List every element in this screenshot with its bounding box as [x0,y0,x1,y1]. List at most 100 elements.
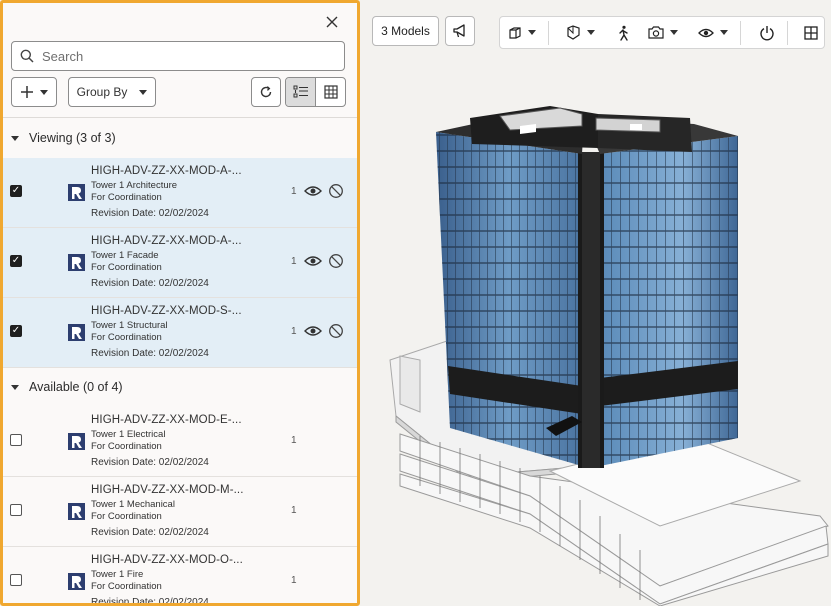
hide-icon[interactable] [328,253,344,269]
model-name: Tower 1 Structural [91,320,168,331]
chevron-down-icon [40,89,48,95]
walk-icon [619,25,628,41]
chevron-down-icon [139,89,148,95]
chevron-down-icon [670,30,678,35]
visibility-dropdown[interactable] [698,17,728,48]
close-panel-button[interactable] [321,11,343,33]
list-item[interactable]: ✓ HIGH-ADV-ZZ-XX-MOD-S-... Tower 1 Struc… [3,298,357,368]
model-checkbox[interactable]: ✓ [10,325,22,337]
model-file-name: HIGH-ADV-ZZ-XX-MOD-E-... [91,414,242,426]
collapse-icon [11,135,19,141]
refresh-button[interactable] [251,77,281,107]
model-type-icon [68,433,85,450]
collapse-icon [11,384,19,390]
model-status: For Coordination [91,441,162,452]
eye-icon[interactable] [304,253,322,269]
add-model-button[interactable] [11,77,57,107]
model-checkbox[interactable]: ✓ [10,185,22,197]
toolbar-divider [787,21,788,45]
walk-mode-button[interactable] [616,17,630,48]
model-file-name: HIGH-ADV-ZZ-XX-MOD-A-... [91,165,242,177]
list-item[interactable]: ✓ HIGH-ADV-ZZ-XX-MOD-A-... Tower 1 Archi… [3,158,357,228]
eye-icon [698,28,714,37]
version-count: 1 [291,256,297,267]
version-count: 1 [291,186,297,197]
tower-facade-right [600,136,738,466]
model-name: Tower 1 Facade [91,250,159,261]
power-icon [760,25,774,40]
eye-icon[interactable] [304,183,322,199]
revision-date: Revision Date: 02/02/2024 [91,208,209,219]
revision-date: Revision Date: 02/02/2024 [91,348,209,359]
list-item[interactable]: HIGH-ADV-ZZ-XX-MOD-O-... Tower 1 Fire Fo… [3,547,357,606]
section-box-dropdown[interactable] [566,17,595,48]
model-status: For Coordination [91,332,162,343]
viewing-section-header[interactable]: Viewing (3 of 3) [3,118,357,158]
model-type-icon [68,503,85,520]
model-status: For Coordination [91,262,162,273]
model-file-name: HIGH-ADV-ZZ-XX-MOD-A-... [91,235,242,247]
cube-icon [509,26,521,39]
list-view-button[interactable] [286,78,316,106]
refresh-icon [260,86,272,98]
version-count: 1 [291,326,297,337]
list-item[interactable]: ✓ HIGH-ADV-ZZ-XX-MOD-A-... Tower 1 Facad… [3,228,357,298]
revision-date: Revision Date: 02/02/2024 [91,457,209,468]
model-file-name: HIGH-ADV-ZZ-XX-MOD-S-... [91,305,242,317]
view-mode-toggle [285,77,346,107]
search-icon [20,49,34,63]
model-checkbox[interactable] [10,574,22,586]
search-field[interactable] [11,41,345,71]
model-checkbox[interactable] [10,434,22,446]
list-item[interactable]: HIGH-ADV-ZZ-XX-MOD-E-... Tower 1 Electri… [3,407,357,477]
version-count: 1 [291,435,297,446]
eye-icon[interactable] [304,323,322,339]
model-name: Tower 1 Mechanical [91,499,175,510]
version-count: 1 [291,505,297,516]
search-input[interactable] [42,48,322,64]
section-box-icon [567,25,580,40]
version-count: 1 [291,575,297,586]
close-icon [326,16,338,28]
model-name: Tower 1 Fire [91,569,144,580]
table-icon [323,85,338,99]
model-name: Tower 1 Architecture [91,180,178,191]
revision-date: Revision Date: 02/02/2024 [91,597,209,606]
viewing-section-label: Viewing (3 of 3) [29,131,116,145]
apps-grid-button[interactable] [804,17,818,48]
models-count-button[interactable]: 3 Models [372,16,439,46]
toolbar-divider [740,21,741,45]
model-checkbox[interactable]: ✓ [10,255,22,267]
model-type-icon [68,184,85,201]
model-type-icon [68,324,85,341]
revision-date: Revision Date: 02/02/2024 [91,278,209,289]
megaphone-icon [453,24,465,38]
model-status: For Coordination [91,192,162,203]
list-icon [293,85,308,98]
view-cube-dropdown[interactable] [508,17,536,48]
3d-model-viewport[interactable] [360,56,831,606]
model-checkbox[interactable] [10,504,22,516]
group-by-label: Group By [76,85,128,99]
toolbar-divider [548,21,549,45]
models-panel: Group By Viewing (3 of 3) ✓ HIGH-ADV-ZZ-… [0,0,360,606]
list-item[interactable]: HIGH-ADV-ZZ-XX-MOD-M-... Tower 1 Mechani… [3,477,357,547]
announce-button[interactable] [445,16,475,46]
model-type-icon [68,573,85,590]
model-status: For Coordination [91,581,162,592]
grid-icon [804,25,818,40]
hide-icon[interactable] [328,323,344,339]
camera-icon [648,26,664,39]
reset-view-button[interactable] [759,17,775,48]
camera-dropdown[interactable] [648,17,678,48]
chevron-down-icon [720,30,728,35]
available-section-header[interactable]: Available (0 of 4) [3,367,357,407]
model-type-icon [68,254,85,271]
chevron-down-icon [587,30,595,35]
viewer-toolbar [499,16,825,49]
group-by-button[interactable]: Group By [68,77,156,107]
grid-view-button[interactable] [316,78,345,106]
hide-icon[interactable] [328,183,344,199]
available-section-label: Available (0 of 4) [29,380,123,394]
model-file-name: HIGH-ADV-ZZ-XX-MOD-M-... [91,484,244,496]
